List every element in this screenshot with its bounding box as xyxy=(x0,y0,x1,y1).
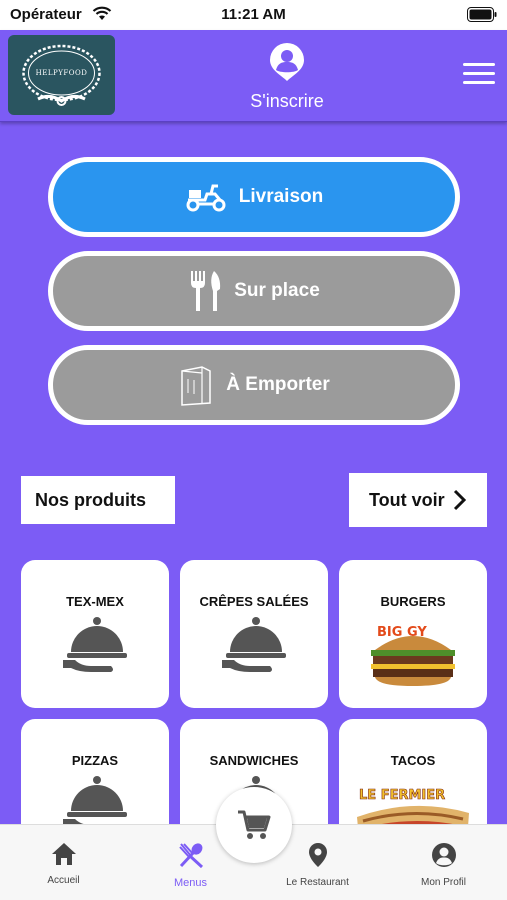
takeaway-button[interactable]: À Emporter xyxy=(48,345,460,425)
signup-label: S'inscrire xyxy=(250,91,324,111)
category-card-crepes-salees[interactable]: CRÊPES SALÉES xyxy=(180,560,328,708)
onsite-label: Sur place xyxy=(234,280,320,301)
tacos-brand-text: LE FERMIER xyxy=(359,788,445,803)
category-label: TEX-MEX xyxy=(66,594,124,609)
category-label: PIZZAS xyxy=(71,753,119,768)
see-all-button[interactable]: Tout voir xyxy=(349,473,487,527)
paper-bag-icon xyxy=(178,363,214,407)
battery-icon xyxy=(467,7,497,22)
signup-button[interactable]: S'inscrire xyxy=(237,42,337,112)
category-card-tex-mex[interactable]: TEX-MEX xyxy=(21,560,169,708)
nav-menus-label: Menus xyxy=(173,877,208,889)
scooter-icon xyxy=(185,182,227,212)
fork-knife-icon xyxy=(188,269,222,313)
see-all-label: Tout voir xyxy=(369,489,445,510)
takeaway-label: À Emporter xyxy=(226,374,330,395)
delivery-label: Livraison xyxy=(238,186,324,207)
onsite-button[interactable]: Sur place xyxy=(48,251,460,331)
fork-spoon-icon xyxy=(178,843,203,869)
category-card-burgers[interactable]: BURGERS BIG GY xyxy=(339,560,487,708)
chevron-right-icon xyxy=(453,489,467,511)
logo-text: HELPYFOOD xyxy=(35,69,88,77)
category-label: SANDWICHES xyxy=(209,753,299,768)
map-pin-icon xyxy=(308,843,327,867)
app-header: HELPYFOOD S'inscrire xyxy=(0,30,507,122)
hamburger-menu-icon[interactable] xyxy=(463,63,495,87)
user-pin-icon xyxy=(270,43,304,81)
category-label: BURGERS xyxy=(380,594,446,609)
delivery-button[interactable]: Livraison xyxy=(48,157,460,237)
nav-home[interactable]: Accueil xyxy=(0,825,127,900)
cloche-icon xyxy=(63,617,127,672)
burger-image: BIG GY xyxy=(371,625,455,686)
products-section-title: Nos produits xyxy=(21,476,175,524)
cloche-icon xyxy=(222,617,286,672)
nav-restaurant-label: Le Restaurant xyxy=(286,877,349,888)
helpyfood-logo[interactable]: HELPYFOOD xyxy=(8,35,115,115)
nav-home-label: Accueil xyxy=(47,875,80,886)
category-label: CRÊPES SALÉES xyxy=(199,594,309,609)
user-circle-icon xyxy=(431,843,456,867)
home-icon xyxy=(51,843,76,865)
burger-brand-text: BIG GY xyxy=(377,625,427,640)
status-time: 11:21 AM xyxy=(221,6,286,23)
cart-icon xyxy=(238,810,271,839)
cart-button[interactable] xyxy=(216,787,292,863)
nav-profile-label: Mon Profil xyxy=(420,877,466,888)
nav-profile[interactable]: Mon Profil xyxy=(380,825,507,900)
category-label: TACOS xyxy=(390,753,436,768)
status-bar: Opérateur 11:21 AM xyxy=(0,0,507,30)
